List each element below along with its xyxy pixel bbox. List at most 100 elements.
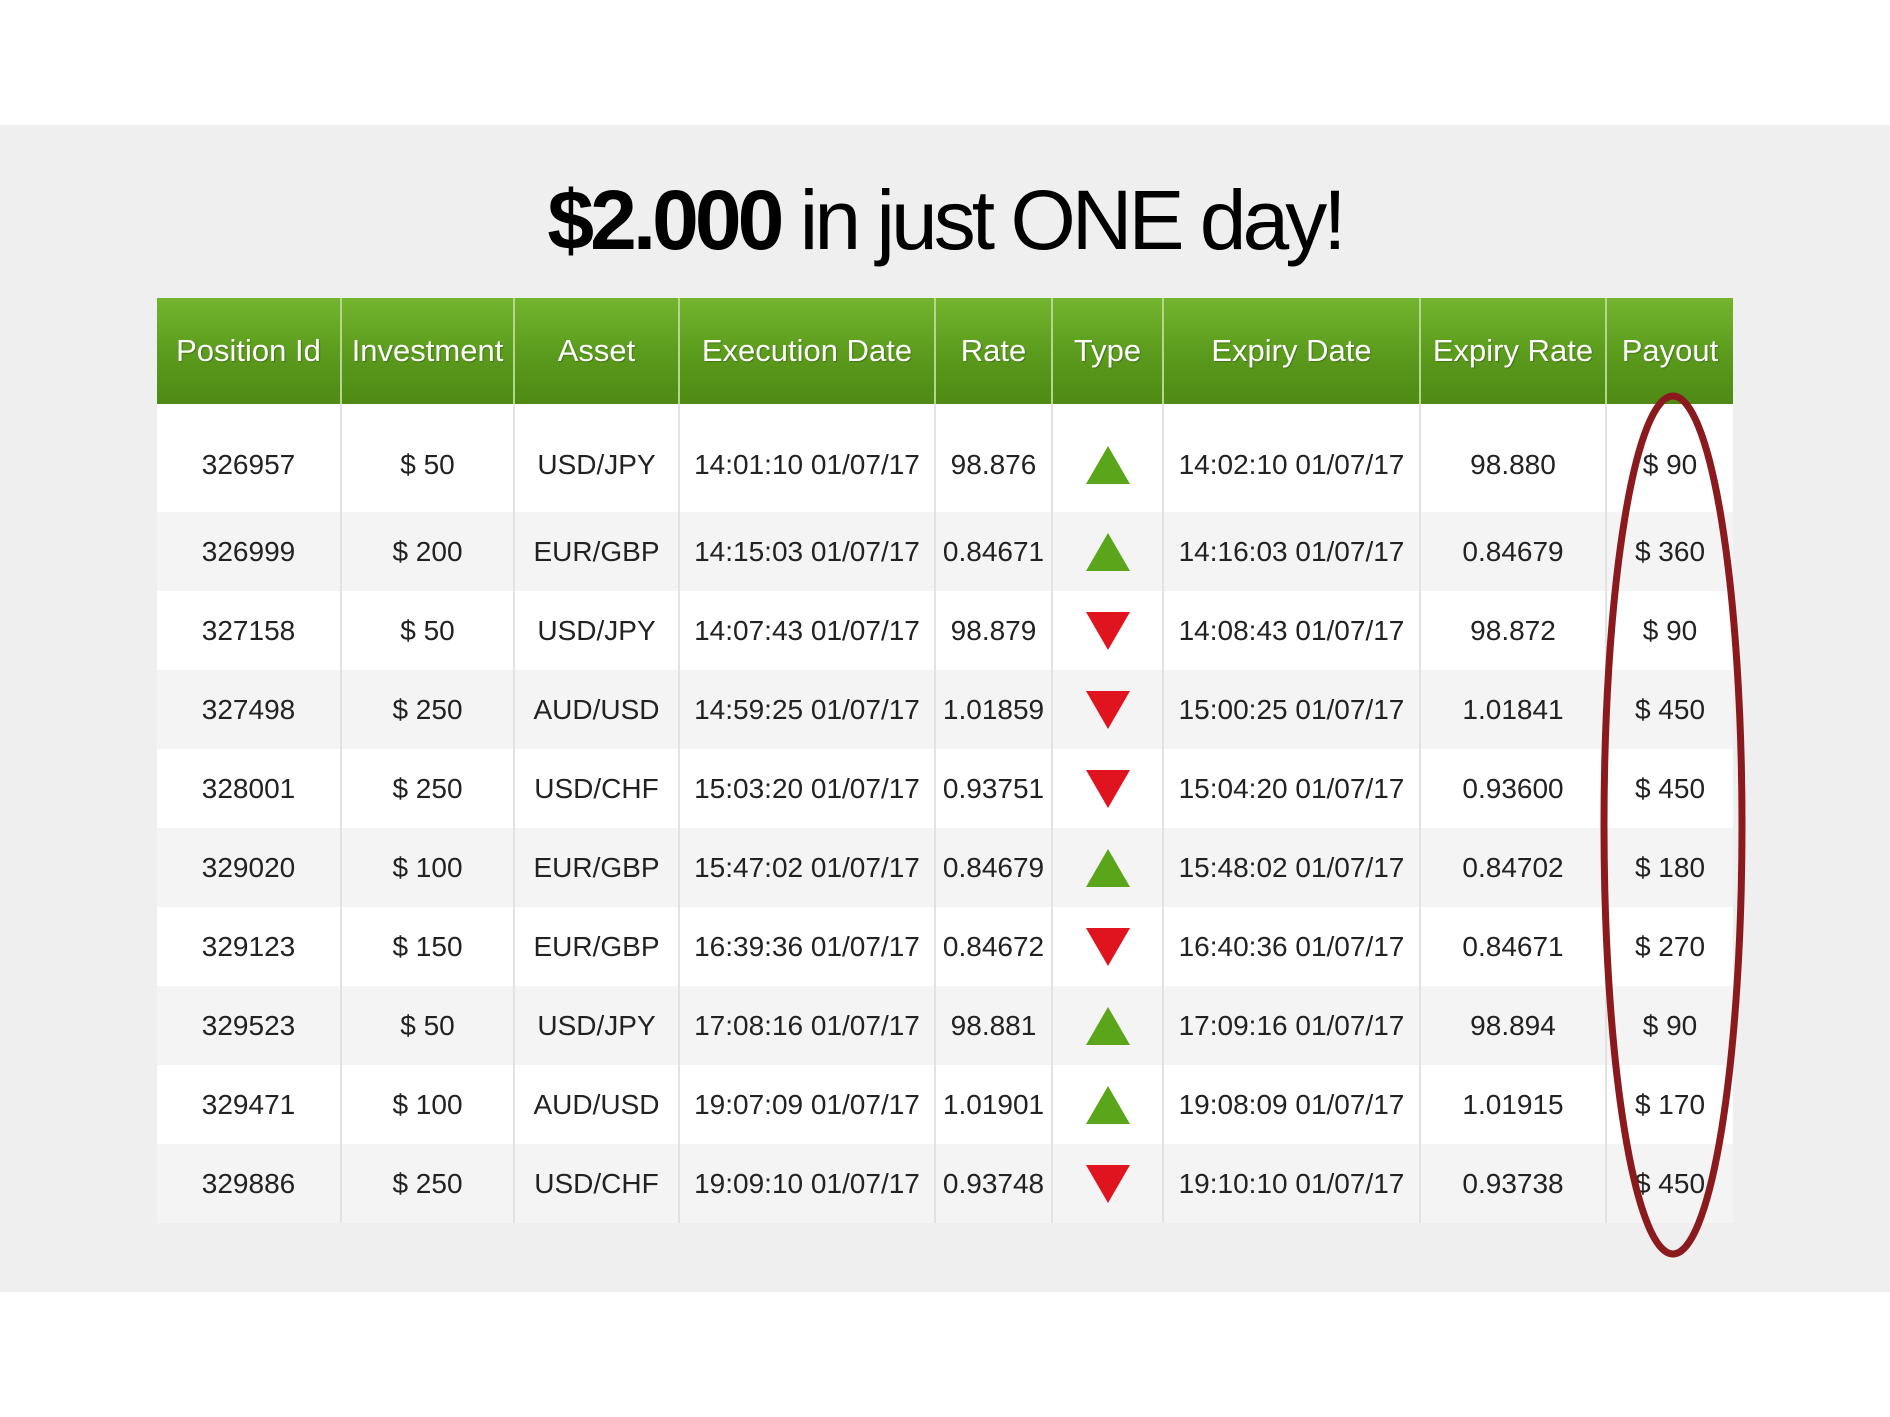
table-row[interactable]: 329123 $ 150 EUR/GBP 16:39:36 01/07/17 0.846… xyxy=(157,907,1733,986)
cell-expiry-rate: 1.01841 xyxy=(1420,670,1607,749)
cell-expiry-date: 15:48:02 01/07/17 xyxy=(1163,828,1421,907)
column-header-asset[interactable]: Asset xyxy=(514,298,680,404)
column-header-position-id[interactable]: Position Id xyxy=(157,298,342,404)
cell-expiry-date: 17:09:16 01/07/17 xyxy=(1163,986,1421,1065)
cell-expiry-rate: 0.84679 xyxy=(1420,512,1607,591)
cell-investment: $ 100 xyxy=(341,828,515,907)
cell-investment: $ 50 xyxy=(341,404,515,512)
table-row[interactable]: 327158 $ 50 USD/JPY 14:07:43 01/07/17 98.879… xyxy=(157,591,1733,670)
cell-expiry-rate: 98.880 xyxy=(1420,404,1607,512)
cell-rate: 98.879 xyxy=(935,591,1053,670)
column-header-expiry-date[interactable]: Expiry Date xyxy=(1163,298,1421,404)
table-body: 326957 $ 50 USD/JPY 14:01:10 01/07/17 98.876… xyxy=(157,404,1733,1223)
cell-payout: $ 90 xyxy=(1606,591,1733,670)
cell-execution-date: 14:15:03 01/07/17 xyxy=(679,512,936,591)
cell-expiry-date: 14:08:43 01/07/17 xyxy=(1163,591,1421,670)
cell-asset: USD/CHF xyxy=(514,749,680,828)
cell-execution-date: 14:01:10 01/07/17 xyxy=(679,404,936,512)
cell-position-id: 329123 xyxy=(157,907,342,986)
cell-payout: $ 450 xyxy=(1606,1144,1733,1223)
red-down-triangle-icon xyxy=(1085,611,1130,650)
headline-amount: $2.000 xyxy=(547,173,784,267)
cell-type xyxy=(1052,1144,1164,1223)
cell-asset: EUR/GBP xyxy=(514,828,680,907)
cell-payout: $ 90 xyxy=(1606,404,1733,512)
green-up-triangle-icon xyxy=(1085,446,1130,484)
column-header-rate[interactable]: Rate xyxy=(935,298,1053,404)
cell-position-id: 329886 xyxy=(157,1144,342,1223)
cell-asset: USD/JPY xyxy=(514,591,680,670)
cell-position-id: 327498 xyxy=(157,670,342,749)
cell-rate: 0.84671 xyxy=(935,512,1053,591)
cell-investment: $ 50 xyxy=(341,986,515,1065)
cell-asset: AUD/USD xyxy=(514,670,680,749)
cell-rate: 0.84679 xyxy=(935,828,1053,907)
cell-type xyxy=(1052,828,1164,907)
headline: $2.000 in just ONE day! xyxy=(0,165,1890,275)
cell-execution-date: 15:47:02 01/07/17 xyxy=(679,828,936,907)
cell-type xyxy=(1052,986,1164,1065)
cell-expiry-rate: 0.93600 xyxy=(1420,749,1607,828)
cell-expiry-rate: 0.84702 xyxy=(1420,828,1607,907)
cell-asset: AUD/USD xyxy=(514,1065,680,1144)
cell-expiry-date: 15:00:25 01/07/17 xyxy=(1163,670,1421,749)
red-down-triangle-icon xyxy=(1085,690,1130,729)
cell-execution-date: 19:09:10 01/07/17 xyxy=(679,1144,936,1223)
cell-expiry-date: 15:04:20 01/07/17 xyxy=(1163,749,1421,828)
cell-type xyxy=(1052,670,1164,749)
cell-expiry-date: 14:02:10 01/07/17 xyxy=(1163,404,1421,512)
cell-investment: $ 100 xyxy=(341,1065,515,1144)
table-header-row: Position Id Investment Asset Execution D… xyxy=(157,298,1733,404)
cell-payout: $ 450 xyxy=(1606,670,1733,749)
column-header-execution-date[interactable]: Execution Date xyxy=(679,298,936,404)
cell-expiry-rate: 0.93738 xyxy=(1420,1144,1607,1223)
cell-expiry-date: 19:08:09 01/07/17 xyxy=(1163,1065,1421,1144)
cell-position-id: 326999 xyxy=(157,512,342,591)
table-row[interactable]: 329020 $ 100 EUR/GBP 15:47:02 01/07/17 0.846… xyxy=(157,828,1733,907)
cell-type xyxy=(1052,512,1164,591)
cell-expiry-rate: 98.872 xyxy=(1420,591,1607,670)
cell-asset: EUR/GBP xyxy=(514,907,680,986)
table-row[interactable]: 328001 $ 250 USD/CHF 15:03:20 01/07/17 0.937… xyxy=(157,749,1733,828)
cell-type xyxy=(1052,591,1164,670)
cell-rate: 1.01901 xyxy=(935,1065,1053,1144)
cell-payout: $ 360 xyxy=(1606,512,1733,591)
table-row[interactable]: 326957 $ 50 USD/JPY 14:01:10 01/07/17 98.876… xyxy=(157,404,1733,512)
column-header-payout[interactable]: Payout xyxy=(1606,298,1733,404)
cell-position-id: 329523 xyxy=(157,986,342,1065)
cell-expiry-date: 14:16:03 01/07/17 xyxy=(1163,512,1421,591)
red-down-triangle-icon xyxy=(1085,927,1130,966)
cell-investment: $ 150 xyxy=(341,907,515,986)
cell-investment: $ 250 xyxy=(341,670,515,749)
column-header-expiry-rate[interactable]: Expiry Rate xyxy=(1420,298,1607,404)
cell-type xyxy=(1052,404,1164,512)
green-up-triangle-icon xyxy=(1085,1006,1130,1045)
cell-rate: 1.01859 xyxy=(935,670,1053,749)
table-row[interactable]: 329523 $ 50 USD/JPY 17:08:16 01/07/17 98.881… xyxy=(157,986,1733,1065)
cell-execution-date: 14:07:43 01/07/17 xyxy=(679,591,936,670)
cell-rate: 0.93748 xyxy=(935,1144,1053,1223)
cell-execution-date: 15:03:20 01/07/17 xyxy=(679,749,936,828)
red-down-triangle-icon xyxy=(1085,769,1130,808)
red-down-triangle-icon xyxy=(1085,1164,1130,1203)
cell-investment: $ 250 xyxy=(341,749,515,828)
cell-rate: 98.881 xyxy=(935,986,1053,1065)
cell-rate: 98.876 xyxy=(935,404,1053,512)
cell-position-id: 327158 xyxy=(157,591,342,670)
table-row[interactable]: 329886 $ 250 USD/CHF 19:09:10 01/07/17 0.937… xyxy=(157,1144,1733,1223)
table-row[interactable]: 326999 $ 200 EUR/GBP 14:15:03 01/07/17 0.846… xyxy=(157,512,1733,591)
cell-investment: $ 250 xyxy=(341,1144,515,1223)
column-header-investment[interactable]: Investment xyxy=(341,298,515,404)
cell-asset: USD/JPY xyxy=(514,986,680,1065)
cell-investment: $ 50 xyxy=(341,591,515,670)
cell-payout: $ 90 xyxy=(1606,986,1733,1065)
column-header-type[interactable]: Type xyxy=(1052,298,1164,404)
table-row[interactable]: 329471 $ 100 AUD/USD 19:07:09 01/07/17 1.019… xyxy=(157,1065,1733,1144)
cell-position-id: 326957 xyxy=(157,404,342,512)
cell-payout: $ 270 xyxy=(1606,907,1733,986)
cell-execution-date: 17:08:16 01/07/17 xyxy=(679,986,936,1065)
cell-asset: USD/JPY xyxy=(514,404,680,512)
cell-type xyxy=(1052,907,1164,986)
table-row[interactable]: 327498 $ 250 AUD/USD 14:59:25 01/07/17 1.018… xyxy=(157,670,1733,749)
cell-payout: $ 180 xyxy=(1606,828,1733,907)
